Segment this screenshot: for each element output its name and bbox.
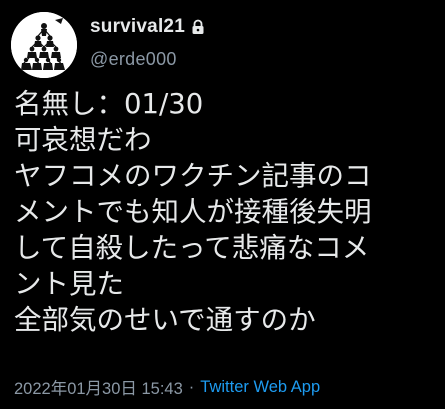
avatar-image: [11, 12, 77, 78]
tweet-line: メントでも知人が接種後失明: [14, 196, 372, 228]
timestamp[interactable]: 2022年01月30日 15:43: [14, 375, 183, 399]
tweet-line: 可哀想だわ: [14, 124, 152, 156]
tweet-meta: 2022年01月30日 15:43 · Twitter Web App: [14, 375, 320, 399]
author-info: survival21 @erde000: [90, 14, 205, 70]
tweet-line: ヤフコメのワクチン記事のコ: [14, 160, 372, 192]
tweet-line: 全部気のせいで通すのか: [14, 304, 316, 336]
avatar[interactable]: [11, 12, 77, 78]
tweet: survival21 @erde000 名無し：01/30 可哀想だわ ヤフコメ…: [0, 0, 445, 409]
lock-icon: [191, 19, 205, 35]
tweet-text: 名無し：01/30 可哀想だわ ヤフコメのワクチン記事のコ メントでも知人が接種…: [14, 86, 439, 338]
name-row: survival21: [90, 14, 205, 40]
meta-separator: ·: [188, 377, 195, 396]
display-name[interactable]: survival21: [90, 16, 185, 38]
tweet-line: ント見た: [14, 268, 124, 300]
source-link[interactable]: Twitter Web App: [200, 378, 320, 397]
handle[interactable]: @erde000: [90, 49, 205, 70]
tweet-line: して自殺したって悲痛なコメ: [14, 232, 370, 264]
tweet-line: 名無し：01/30: [14, 88, 204, 120]
